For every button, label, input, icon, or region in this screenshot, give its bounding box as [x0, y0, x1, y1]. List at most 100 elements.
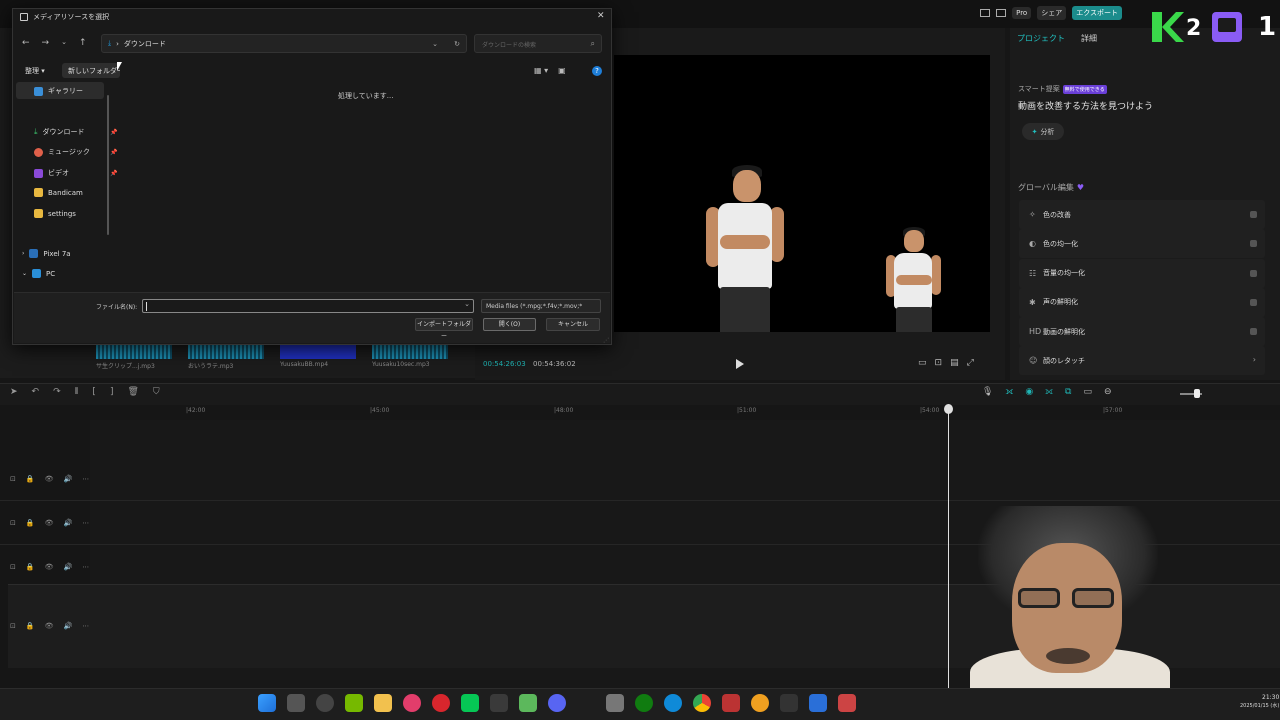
refresh-icon[interactable]: ↻	[454, 40, 460, 48]
lips-app-icon[interactable]	[403, 694, 421, 712]
delete-icon[interactable]: 🗑	[127, 387, 138, 397]
link-icon[interactable]: ⟗	[1005, 387, 1013, 397]
eye-icon[interactable]: 👁	[45, 475, 54, 483]
resize-grip-icon[interactable]: ⋰	[603, 337, 609, 344]
media-thumb[interactable]	[188, 345, 264, 359]
analyze-button[interactable]: ✦ 分析	[1022, 123, 1064, 140]
toggle[interactable]	[1250, 211, 1257, 218]
toggle[interactable]	[1250, 298, 1257, 306]
marker-icon[interactable]: ⛉	[153, 387, 160, 397]
pro-button[interactable]: Pro	[1012, 7, 1032, 19]
app-icon[interactable]	[606, 694, 624, 712]
new-folder-button[interactable]: 新しいフォルダー	[62, 63, 120, 78]
more-icon[interactable]: ⋯	[82, 563, 89, 571]
audio-icon[interactable]: 🔊	[63, 563, 72, 571]
more-icon[interactable]: ⋯	[82, 519, 89, 527]
mic-icon[interactable]: 🎙	[982, 387, 993, 397]
eye-icon[interactable]: 👁	[45, 563, 54, 571]
eye-icon[interactable]: 👁	[45, 622, 54, 630]
toggle[interactable]	[1250, 240, 1257, 248]
discord-icon[interactable]	[548, 694, 566, 712]
pin-icon[interactable]: 📌	[110, 149, 117, 156]
nav-item-bandicam[interactable]: Bandicam	[34, 188, 83, 197]
toggle[interactable]	[1250, 328, 1257, 336]
export-button[interactable]: エクスポート	[1072, 6, 1122, 20]
nav-item-pc[interactable]: ⌄ PC	[22, 269, 55, 278]
trim-right-icon[interactable]: ]	[110, 387, 114, 397]
photo-app-icon[interactable]	[838, 694, 856, 712]
nav-item-pixel[interactable]: › Pixel 7a	[22, 249, 71, 258]
redo-icon[interactable]: ↷	[53, 387, 61, 397]
zoom-fit-icon[interactable]: ⊡	[935, 358, 943, 368]
file-type-select[interactable]: Media files (*.mpg;*.f4v;*.mov;*	[481, 299, 601, 313]
nav-item-settings[interactable]: settings	[34, 209, 76, 218]
eye-icon[interactable]: 👁	[45, 519, 54, 527]
timeline-ruler[interactable]: |42:00 |45:00 |48:00 |51:00 |54:00 |57:0…	[90, 405, 1280, 419]
search-input[interactable]: ダウンロードの検索 ⌕	[474, 34, 602, 53]
window-icon[interactable]	[996, 9, 1007, 17]
nav-scrollbar[interactable]	[107, 95, 109, 235]
aspect-ratio-icon[interactable]: ▭	[918, 358, 927, 368]
lock-icon[interactable]: 🔒	[26, 475, 35, 483]
view-icon[interactable]: ▦ ▾	[534, 66, 548, 75]
back-icon[interactable]: ←	[22, 38, 30, 48]
zoom-out-icon[interactable]: ⊖	[1104, 387, 1112, 397]
chevron-down-icon[interactable]: ⌄	[464, 300, 470, 308]
tab-project[interactable]: プロジェクト	[1017, 33, 1065, 44]
up-icon[interactable]: ↑	[79, 38, 87, 48]
help-icon[interactable]: ?	[592, 66, 602, 76]
open-button[interactable]: 開く(O)	[483, 318, 536, 331]
game-icon[interactable]	[722, 694, 740, 712]
split-icon[interactable]: ⫴	[75, 387, 79, 397]
global-item-voice-clarify[interactable]: ✱ 声の鮮明化	[1019, 287, 1265, 317]
video-preview[interactable]	[614, 55, 990, 332]
global-item-face-retouch[interactable]: ☺ 顔のレタッチ ›	[1019, 346, 1265, 376]
more-icon[interactable]: ⋯	[82, 622, 89, 630]
address-bar[interactable]: ⤓ › ダウンロード ⌄ ↻	[101, 34, 467, 53]
audio-icon[interactable]: 🔊	[63, 475, 72, 483]
audio-icon[interactable]: 🔊	[63, 622, 72, 630]
nav-item-gallery[interactable]: ギャラリー	[34, 86, 83, 96]
preview-pane-icon[interactable]: ▣	[558, 66, 566, 75]
chevron-down-icon[interactable]: ⌄	[61, 38, 67, 48]
undo-icon[interactable]: ↶	[32, 387, 40, 397]
organize-button[interactable]: 整理 ▾	[25, 66, 45, 76]
lock-icon[interactable]: 🔒	[26, 622, 35, 630]
media-thumb[interactable]	[372, 345, 448, 359]
filename-input[interactable]: ⌄	[142, 299, 474, 313]
share-button[interactable]: シェア	[1037, 6, 1067, 20]
app-icon[interactable]	[809, 694, 827, 712]
pin-icon[interactable]: 📌	[110, 129, 117, 136]
toggle[interactable]	[1250, 269, 1257, 277]
tab-details[interactable]: 詳細	[1081, 33, 1097, 44]
close-icon[interactable]: ✕	[597, 11, 605, 21]
playhead-handle[interactable]	[944, 404, 953, 414]
global-item-color-improve[interactable]: ✧ 色の改善	[1019, 200, 1265, 229]
playhead[interactable]	[948, 405, 949, 688]
play-icon[interactable]	[736, 359, 744, 369]
cancel-button[interactable]: キャンセル	[546, 318, 600, 331]
fullscreen-icon[interactable]: ⤢	[967, 358, 974, 368]
audio-icon[interactable]: 🔊	[63, 519, 72, 527]
lock-icon[interactable]: 🔒	[26, 519, 35, 527]
select-tool-icon[interactable]: ➤	[10, 387, 18, 397]
nav-item-downloads[interactable]: ⤓ ダウンロード 📌	[34, 127, 117, 137]
quality-icon[interactable]: ▤	[950, 358, 959, 368]
media-thumb[interactable]	[280, 345, 356, 359]
chevron-down-icon[interactable]: ⌄	[432, 40, 438, 48]
layout-icon[interactable]	[980, 9, 991, 17]
app-icon[interactable]	[316, 694, 334, 712]
xbox-icon[interactable]	[635, 694, 653, 712]
chrome-icon[interactable]	[693, 694, 711, 712]
start-icon[interactable]	[258, 694, 276, 712]
g-app-icon[interactable]	[780, 694, 798, 712]
record-app-icon[interactable]	[432, 694, 450, 712]
lock-icon[interactable]: 🔒	[26, 563, 35, 571]
pin-icon[interactable]: 📌	[110, 170, 117, 177]
fit-icon[interactable]: ▭	[1083, 387, 1092, 397]
nav-item-music[interactable]: ミュージック 📌	[34, 147, 117, 157]
v-app-icon[interactable]	[519, 694, 537, 712]
global-item-color-match[interactable]: ◐ 色の均一化	[1019, 229, 1265, 259]
snap-icon[interactable]: ⟗	[1045, 387, 1053, 397]
task-view-icon[interactable]	[287, 694, 305, 712]
